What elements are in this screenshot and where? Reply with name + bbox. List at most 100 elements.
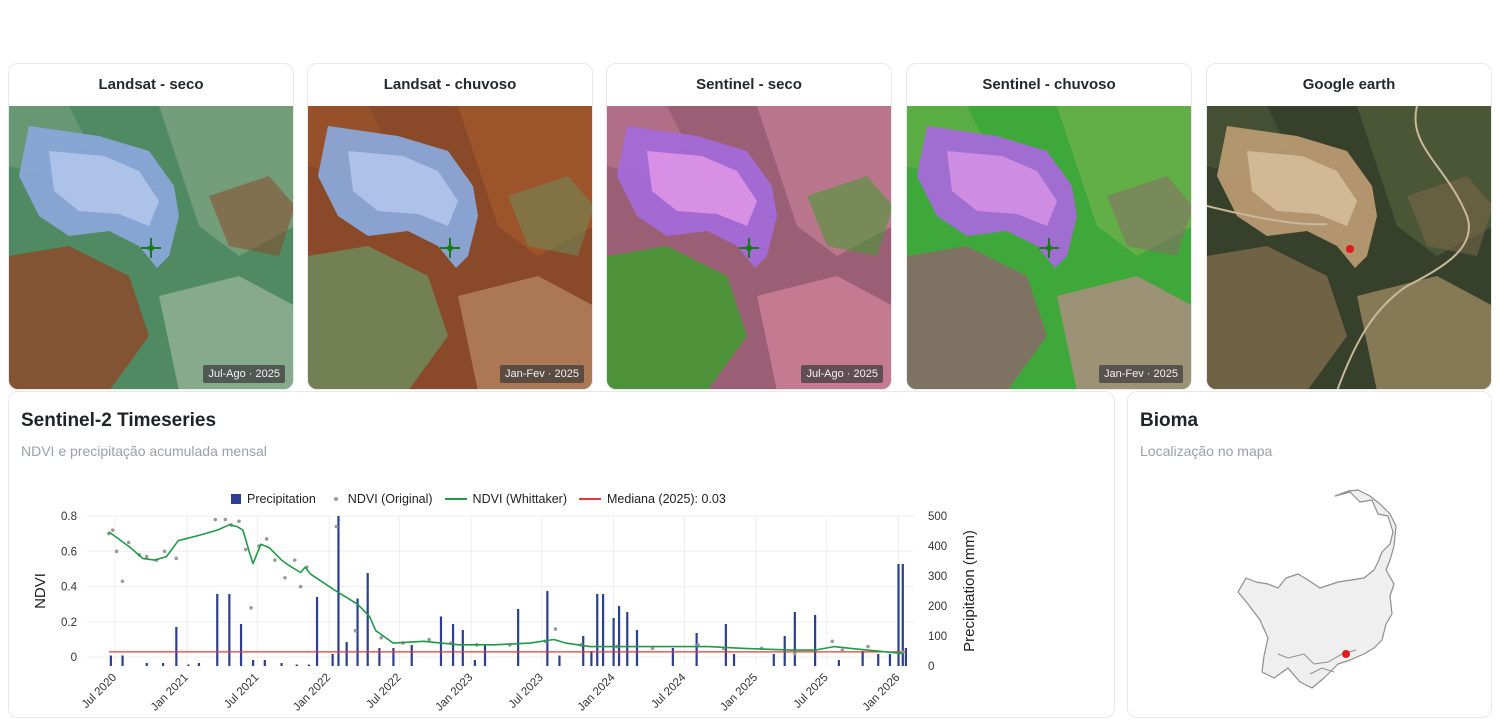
- satellite-image[interactable]: [308, 106, 592, 389]
- bioma-map[interactable]: [1128, 392, 1492, 718]
- precipitation-bar: [635, 630, 639, 666]
- y2-tick-label: 100: [928, 631, 947, 643]
- precipitation-bar: [439, 616, 443, 666]
- precipitation-bar: [596, 594, 599, 666]
- dot-swatch-icon: [333, 497, 338, 501]
- x-tick-label: Jan 2026: [861, 672, 903, 714]
- precipitation-bar: [671, 648, 674, 666]
- precipitation-bar: [837, 660, 840, 666]
- line-swatch-icon: [444, 498, 467, 500]
- ndvi-whittaker-line: [108, 523, 904, 655]
- satellite-image[interactable]: [1207, 106, 1491, 389]
- y-axis-title: NDVI: [32, 573, 49, 609]
- precipitation-bar: [161, 663, 165, 666]
- satellite-scene: [308, 106, 592, 389]
- precipitation-bar: [612, 618, 615, 666]
- precipitation-bar: [877, 654, 880, 666]
- x-tick-label: Jul 2022: [364, 672, 403, 711]
- precipitation-bar: [280, 663, 283, 666]
- precipitation-bar: [517, 609, 520, 666]
- precipitation-bar: [582, 636, 585, 666]
- ndvi-precipitation-chart[interactable]: 0 0.2 0.4 0.6 0.8 Jul 2020 Jan 2021 Jul 2021 Jan…: [9, 502, 1115, 718]
- ndvi-original-point: [264, 537, 269, 541]
- precipitation-bar: [263, 660, 266, 666]
- satellite-image[interactable]: [9, 106, 293, 389]
- tile-date-label: Jan-Fev · 2025: [500, 365, 584, 383]
- satellite-image[interactable]: [607, 106, 891, 389]
- x-tick-label: Jul 2021: [222, 672, 261, 711]
- precipitation-bar: [461, 630, 464, 666]
- x-tick-label: Jul 2025: [792, 672, 831, 711]
- satellite-scene: [9, 106, 293, 389]
- precipitation-bar: [626, 612, 629, 666]
- precipitation-bar: [695, 633, 698, 666]
- precipitation-bar: [410, 645, 413, 666]
- ndvi-original-point: [162, 549, 167, 554]
- ndvi-original-point: [334, 524, 339, 529]
- ndvi-original-point: [792, 651, 797, 656]
- tile-date-label: Jan-Fev · 2025: [1099, 365, 1183, 383]
- location-marker-icon: [1346, 245, 1354, 253]
- tile-landsat-seco[interactable]: Landsat - seco Jul-Ago · 2025: [8, 63, 294, 390]
- precipitation-bar: [590, 651, 593, 666]
- x-tick-label: Jan 2025: [718, 672, 760, 714]
- precipitation-bar: [197, 663, 201, 666]
- ndvi-original-point: [243, 547, 248, 552]
- crosshair-center: [1046, 245, 1052, 251]
- precipitation-bar: [109, 655, 112, 666]
- satellite-scene: [1207, 106, 1491, 389]
- precipitation-bar: [772, 654, 775, 666]
- tile-sentinel-chuvoso[interactable]: Sentinel - chuvoso Jan-Fev · 2025: [906, 63, 1192, 390]
- tile-date-label: Jul-Ago · 2025: [203, 365, 285, 383]
- ndvi-original-point: [840, 648, 845, 652]
- tile-google-earth[interactable]: Google earth: [1206, 63, 1492, 390]
- y-tick-label: 0.6: [61, 546, 77, 558]
- tile-landsat-chuvoso[interactable]: Landsat - chuvoso Jan-Fev · 2025: [307, 63, 593, 390]
- y2-tick-label: 300: [928, 571, 947, 583]
- location-marker-icon[interactable]: [1342, 650, 1350, 658]
- y-tick-label: 0.8: [61, 511, 77, 523]
- y2-tick-label: 500: [928, 511, 947, 523]
- ndvi-original-point: [120, 579, 125, 584]
- precipitation-bar: [483, 645, 487, 666]
- precipitation-bar: [617, 606, 621, 666]
- y2-tick-label: 200: [928, 601, 947, 613]
- ndvi-original-point: [292, 558, 297, 562]
- precipitation-bar: [315, 597, 319, 666]
- y-tick-label: 0: [71, 652, 77, 664]
- precipitation-bar: [216, 594, 219, 666]
- y2-axis-title: Precipitation (mm): [961, 530, 978, 652]
- ndvi-original-point: [110, 528, 115, 532]
- ndvi-original-point: [283, 575, 287, 580]
- precipitation-bar: [252, 660, 255, 666]
- ndvi-original-point: [174, 556, 179, 561]
- ndvi-original-point: [866, 644, 870, 649]
- precipitation-bar: [145, 663, 148, 666]
- x-tick-label: Jan 2021: [149, 672, 191, 714]
- y2-tick-label: 400: [928, 541, 947, 553]
- x-tick-label: Jul 2023: [507, 672, 546, 711]
- tile-title: Sentinel - chuvoso: [982, 76, 1116, 93]
- precipitation-bar: [187, 664, 190, 666]
- precipitation-bar: [783, 636, 786, 666]
- biome-outline: [1237, 489, 1397, 689]
- satellite-scene: [907, 106, 1191, 389]
- satellite-image[interactable]: [907, 106, 1191, 389]
- precipitation-bar: [601, 594, 605, 666]
- precipitation-bar: [546, 591, 549, 666]
- precipitation-bar: [239, 624, 243, 666]
- tile-sentinel-seco[interactable]: Sentinel - seco Jul-Ago · 2025: [606, 63, 892, 390]
- precipitation-bar: [732, 654, 736, 666]
- precipitation-bar: [378, 648, 381, 666]
- bioma-card: Bioma Localização no mapa: [1127, 391, 1492, 718]
- crosshair-center: [746, 245, 752, 251]
- precipitation-bar: [295, 664, 298, 666]
- ndvi-original-point: [213, 517, 218, 522]
- ndvi-original-point: [249, 605, 253, 610]
- precipitation-bar: [724, 624, 727, 666]
- x-tick-label: Jul 2020: [80, 672, 119, 711]
- x-tick-label: Jul 2024: [649, 671, 689, 711]
- precipitation-bar: [121, 655, 124, 666]
- precipitation-bar: [861, 651, 864, 666]
- precipitation-bar: [473, 660, 476, 666]
